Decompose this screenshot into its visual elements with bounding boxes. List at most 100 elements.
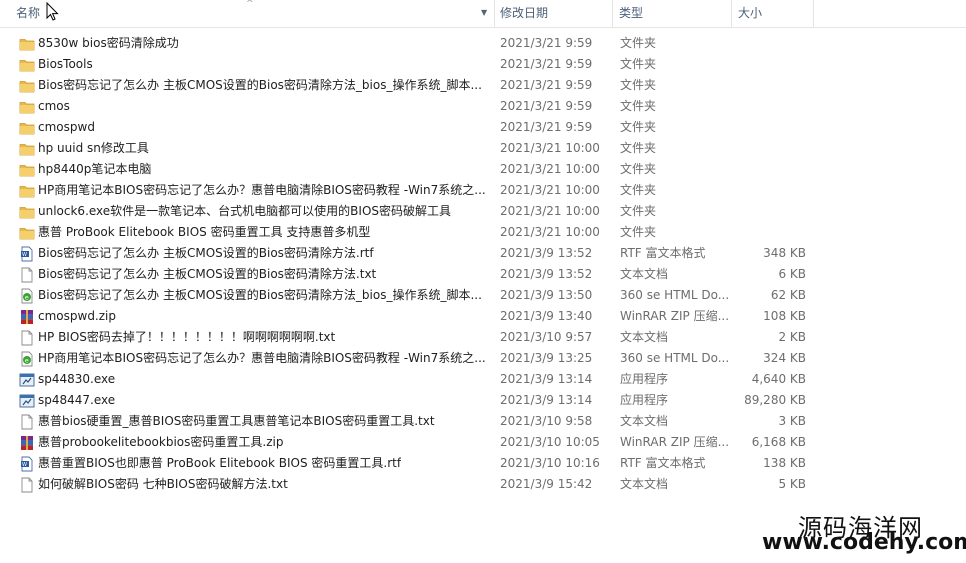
file-type: WinRAR ZIP 压缩... — [620, 309, 728, 323]
file-name: cmospwd — [38, 120, 95, 134]
file-row[interactable]: hp8440p笔记本电脑 2021/3/21 10:00 文件夹 — [0, 159, 966, 180]
file-type: 文件夹 — [620, 120, 657, 134]
file-size: 89,280 KB — [744, 393, 806, 407]
file-name: HP BIOS密码去掉了！！！！！！！！啊啊啊啊啊啊.txt — [38, 330, 336, 344]
file-size: 348 KB — [763, 246, 806, 260]
file-date-modified: 2021/3/21 9:59 — [500, 57, 593, 71]
file-row[interactable]: sp44830.exe 2021/3/9 13:14 应用程序 4,640 KB — [0, 369, 966, 390]
column-header-type-label: 类型 — [619, 6, 644, 20]
file-type: WinRAR ZIP 压缩... — [620, 435, 728, 449]
txt-icon — [19, 414, 35, 430]
file-name: 惠普probookelitebookbios密码重置工具.zip — [38, 435, 284, 449]
folder-icon — [19, 162, 35, 178]
file-row[interactable]: unlock6.exe软件是一款笔记本、台式机电脑都可以使用的BIOS密码破解工… — [0, 201, 966, 222]
txt-icon — [19, 330, 35, 346]
file-row[interactable]: 8530w bios密码清除成功 2021/3/21 9:59 文件夹 — [0, 33, 966, 54]
file-date-modified: 2021/3/10 9:57 — [500, 330, 593, 344]
file-name: cmospwd.zip — [38, 309, 116, 323]
file-row[interactable]: cmospwd.zip 2021/3/9 13:40 WinRAR ZIP 压缩..… — [0, 306, 966, 327]
chevron-down-icon[interactable]: ▼ — [481, 8, 487, 17]
column-header-type[interactable]: 类型 — [613, 0, 732, 27]
file-type: RTF 富文本格式 — [620, 456, 706, 470]
folder-icon — [19, 78, 35, 94]
file-name: unlock6.exe软件是一款笔记本、台式机电脑都可以使用的BIOS密码破解工… — [38, 204, 452, 218]
file-row[interactable]: e Bios密码忘记了怎么办 主板CMOS设置的Bios密码清除方法_bios_操… — [0, 285, 966, 306]
file-size: 62 KB — [770, 288, 806, 302]
rtf-icon: W — [19, 456, 35, 472]
file-size: 138 KB — [763, 456, 806, 470]
file-row[interactable]: HP BIOS密码去掉了！！！！！！！！啊啊啊啊啊啊.txt 2021/3/10 … — [0, 327, 966, 348]
file-type: 360 se HTML Do... — [620, 288, 728, 302]
file-date-modified: 2021/3/9 13:52 — [500, 246, 593, 260]
file-date-modified: 2021/3/9 15:42 — [500, 477, 593, 491]
file-date-modified: 2021/3/21 9:59 — [500, 120, 593, 134]
txt-icon — [19, 267, 35, 283]
svg-text:W: W — [22, 252, 27, 258]
folder-icon — [19, 120, 35, 136]
file-row[interactable]: 惠普bios硬重置_惠普BIOS密码重置工具惠普笔记本BIOS密码重置工具.tx… — [0, 411, 966, 432]
file-type: 应用程序 — [620, 393, 669, 407]
file-name: Bios密码忘记了怎么办 主板CMOS设置的Bios密码清除方法.txt — [38, 267, 377, 281]
file-row[interactable]: W 惠普重置BIOS也即惠普 ProBook Elitebook BIOS 密码重… — [0, 453, 966, 474]
file-row[interactable]: sp48447.exe 2021/3/9 13:14 应用程序 89,280 KB — [0, 390, 966, 411]
file-row[interactable]: 如何破解BIOS密码 七种BIOS密码破解方法.txt 2021/3/9 15:4… — [0, 474, 966, 495]
file-row[interactable]: 惠普probookelitebookbios密码重置工具.zip 2021/3/1… — [0, 432, 966, 453]
exe-icon — [19, 393, 35, 409]
svg-text:e: e — [25, 356, 29, 364]
svg-text:e: e — [25, 293, 29, 301]
file-row[interactable]: cmos 2021/3/21 9:59 文件夹 — [0, 96, 966, 117]
file-type: 文本文档 — [620, 330, 669, 344]
file-row[interactable]: hp uuid sn修改工具 2021/3/21 10:00 文件夹 — [0, 138, 966, 159]
file-row[interactable]: HP商用笔记本BIOS密码忘记了怎么办？惠普电脑清除BIOS密码教程 -Win7… — [0, 180, 966, 201]
file-name: hp uuid sn修改工具 — [38, 141, 149, 155]
column-header-date[interactable]: 修改日期 — [494, 0, 613, 27]
file-size: 4,640 KB — [751, 372, 806, 386]
file-row[interactable]: BiosTools 2021/3/21 9:59 文件夹 — [0, 54, 966, 75]
file-type: RTF 富文本格式 — [620, 246, 706, 260]
column-header-size[interactable]: 大小 — [732, 0, 814, 27]
file-type: 360 se HTML Do... — [620, 351, 728, 365]
column-header-name-label: 名称 — [16, 6, 41, 20]
file-size: 3 KB — [778, 414, 806, 428]
folder-icon — [19, 204, 35, 220]
file-date-modified: 2021/3/9 13:40 — [500, 309, 593, 323]
file-row[interactable]: cmospwd 2021/3/21 9:59 文件夹 — [0, 117, 966, 138]
file-type: 文件夹 — [620, 99, 657, 113]
file-row[interactable]: Bios密码忘记了怎么办 主板CMOS设置的Bios密码清除方法_bios_操作… — [0, 75, 966, 96]
file-date-modified: 2021/3/10 10:05 — [500, 435, 600, 449]
file-type: 文件夹 — [620, 141, 657, 155]
file-date-modified: 2021/3/21 10:00 — [500, 162, 600, 176]
file-name: 8530w bios密码清除成功 — [38, 36, 179, 50]
file-date-modified: 2021/3/10 9:58 — [500, 414, 593, 428]
folder-icon — [19, 57, 35, 73]
file-size: 108 KB — [763, 309, 806, 323]
file-name: hp8440p笔记本电脑 — [38, 162, 152, 176]
column-header-size-label: 大小 — [738, 6, 763, 20]
file-name: cmos — [38, 99, 70, 113]
zip-icon — [19, 309, 35, 325]
file-date-modified: 2021/3/9 13:52 — [500, 267, 593, 281]
file-type: 文件夹 — [620, 78, 657, 92]
file-row[interactable]: W Bios密码忘记了怎么办 主板CMOS设置的Bios密码清除方法.rtf 202… — [0, 243, 966, 264]
file-type: 文本文档 — [620, 414, 669, 428]
rtf-icon: W — [19, 246, 35, 262]
file-type: 文件夹 — [620, 36, 657, 50]
txt-icon — [19, 477, 35, 493]
file-row[interactable]: 惠普 ProBook Elitebook BIOS 密码重置工具 支持惠普多机型… — [0, 222, 966, 243]
html-icon: e — [19, 288, 35, 304]
file-row[interactable]: Bios密码忘记了怎么办 主板CMOS设置的Bios密码清除方法.txt 2021… — [0, 264, 966, 285]
file-type: 文本文档 — [620, 477, 669, 491]
mouse-cursor-icon — [46, 2, 59, 21]
file-date-modified: 2021/3/21 10:00 — [500, 225, 600, 239]
file-date-modified: 2021/3/10 10:16 — [500, 456, 600, 470]
file-date-modified: 2021/3/9 13:50 — [500, 288, 593, 302]
folder-icon — [19, 99, 35, 115]
file-row[interactable]: e HP商用笔记本BIOS密码忘记了怎么办？惠普电脑清除BIOS密码教程 -Win… — [0, 348, 966, 369]
file-name: HP商用笔记本BIOS密码忘记了怎么办？惠普电脑清除BIOS密码教程 -Win7… — [38, 183, 486, 197]
file-size: 6 KB — [778, 267, 806, 281]
file-type: 文件夹 — [620, 183, 657, 197]
file-date-modified: 2021/3/9 13:25 — [500, 351, 593, 365]
file-name: HP商用笔记本BIOS密码忘记了怎么办？惠普电脑清除BIOS密码教程 -Win7… — [38, 351, 486, 365]
file-size: 5 KB — [778, 477, 806, 491]
watermark-url: www.codehy.com — [762, 530, 966, 555]
